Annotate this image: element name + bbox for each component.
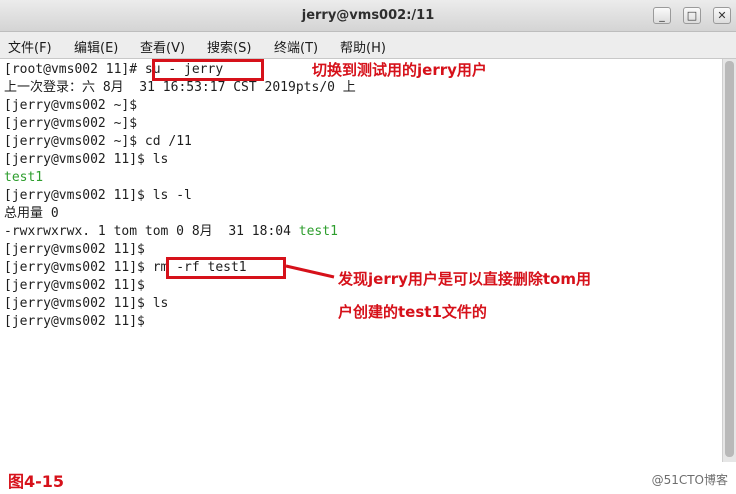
terminal-prompt: [jerry@vms002 ~]$ (4, 98, 145, 113)
terminal-prompt: [jerry@vms002 11]$ (4, 152, 153, 167)
highlight-box-rm-test1 (166, 257, 286, 279)
menu-search[interactable]: 搜索(S) (207, 37, 251, 56)
close-button[interactable]: ✕ (713, 7, 731, 24)
terminal-prompt: [jerry@vms002 ~]$ (4, 134, 145, 149)
terminal-line: [jerry@vms002 11]$ (4, 277, 153, 295)
terminal-line: [jerry@vms002 11]$ ls (4, 151, 168, 169)
terminal-line: [jerry@vms002 11]$ (4, 313, 153, 331)
terminal-prompt: [jerry@vms002 11]$ (4, 242, 153, 257)
title-bar: jerry@vms002:/11 _ □ ✕ (0, 0, 736, 32)
terminal-line: [jerry@vms002 11]$ ls (4, 295, 168, 313)
figure-footer: 图4-15 @51CTO博客 (0, 462, 736, 494)
menu-help[interactable]: 帮助(H) (340, 37, 386, 56)
terminal-line: [jerry@vms002 ~]$ cd /11 (4, 133, 192, 151)
annotation-delete-finding-line1: 发现jerry用户是可以直接删除tom用 (338, 270, 591, 288)
annotation-arrow (285, 264, 335, 279)
terminal-text: 总用量 0 (4, 206, 59, 221)
file-name-test1: test1 (4, 170, 44, 185)
terminal-line: 上一次登录：六 8月 31 16:53:17 CST 2019pts/0 上 (4, 79, 356, 97)
terminal-line: [jerry@vms002 11]$ (4, 241, 153, 259)
annotation-switch-user: 切换到测试用的jerry用户 (312, 61, 487, 79)
vertical-scrollbar[interactable] (722, 59, 736, 462)
menu-terminal[interactable]: 终端(T) (274, 37, 318, 56)
menu-file[interactable]: 文件(F) (8, 37, 52, 56)
terminal-line: [jerry@vms002 ~]$ (4, 115, 145, 133)
maximize-button[interactable]: □ (683, 7, 701, 24)
terminal-command: ls -l (152, 188, 192, 203)
terminal-prompt: [root@vms002 11]# (4, 62, 145, 77)
annotation-delete-finding-line2: 户创建的test1文件的 (338, 303, 487, 321)
terminal-prompt: [jerry@vms002 11]$ (4, 260, 153, 275)
terminal-command: cd /11 (144, 134, 192, 149)
figure-label: 图4-15 (8, 472, 65, 491)
terminal-text: 上一次登录：六 8月 31 16:53:17 CST 2019pts/0 上 (4, 80, 356, 95)
menu-edit[interactable]: 编辑(E) (74, 37, 118, 56)
terminal-prompt: [jerry@vms002 11]$ (4, 314, 153, 329)
terminal-line: test1 (4, 169, 43, 187)
file-listing-details: -rwxrwxrwx. 1 tom tom 0 8月 31 18:04 (4, 224, 299, 239)
terminal-prompt: [jerry@vms002 11]$ (4, 188, 153, 203)
scrollbar-thumb[interactable] (725, 61, 734, 457)
terminal-command: ls (152, 296, 169, 311)
terminal-prompt: [jerry@vms002 ~]$ (4, 116, 145, 131)
terminal-command: ls (152, 152, 169, 167)
menu-bar: 文件(F) 编辑(E) 查看(V) 搜索(S) 终端(T) 帮助(H) (0, 32, 736, 59)
highlight-box-su-jerry (152, 59, 264, 81)
terminal-output[interactable]: [root@vms002 11]# su - jerry 上一次登录：六 8月 … (0, 59, 722, 462)
minimize-button[interactable]: _ (653, 7, 671, 24)
terminal-line: -rwxrwxrwx. 1 tom tom 0 8月 31 18:04 test… (4, 223, 338, 241)
watermark: @51CTO博客 (651, 473, 728, 487)
terminal-line: 总用量 0 (4, 205, 59, 223)
window-title: jerry@vms002:/11 (301, 8, 435, 23)
terminal-line: [jerry@vms002 ~]$ (4, 97, 145, 115)
menu-view[interactable]: 查看(V) (140, 37, 185, 56)
terminal-line: [jerry@vms002 11]$ ls -l (4, 187, 192, 205)
file-name-test1: test1 (298, 224, 338, 239)
terminal-prompt: [jerry@vms002 11]$ (4, 296, 153, 311)
terminal-prompt: [jerry@vms002 11]$ (4, 278, 153, 293)
